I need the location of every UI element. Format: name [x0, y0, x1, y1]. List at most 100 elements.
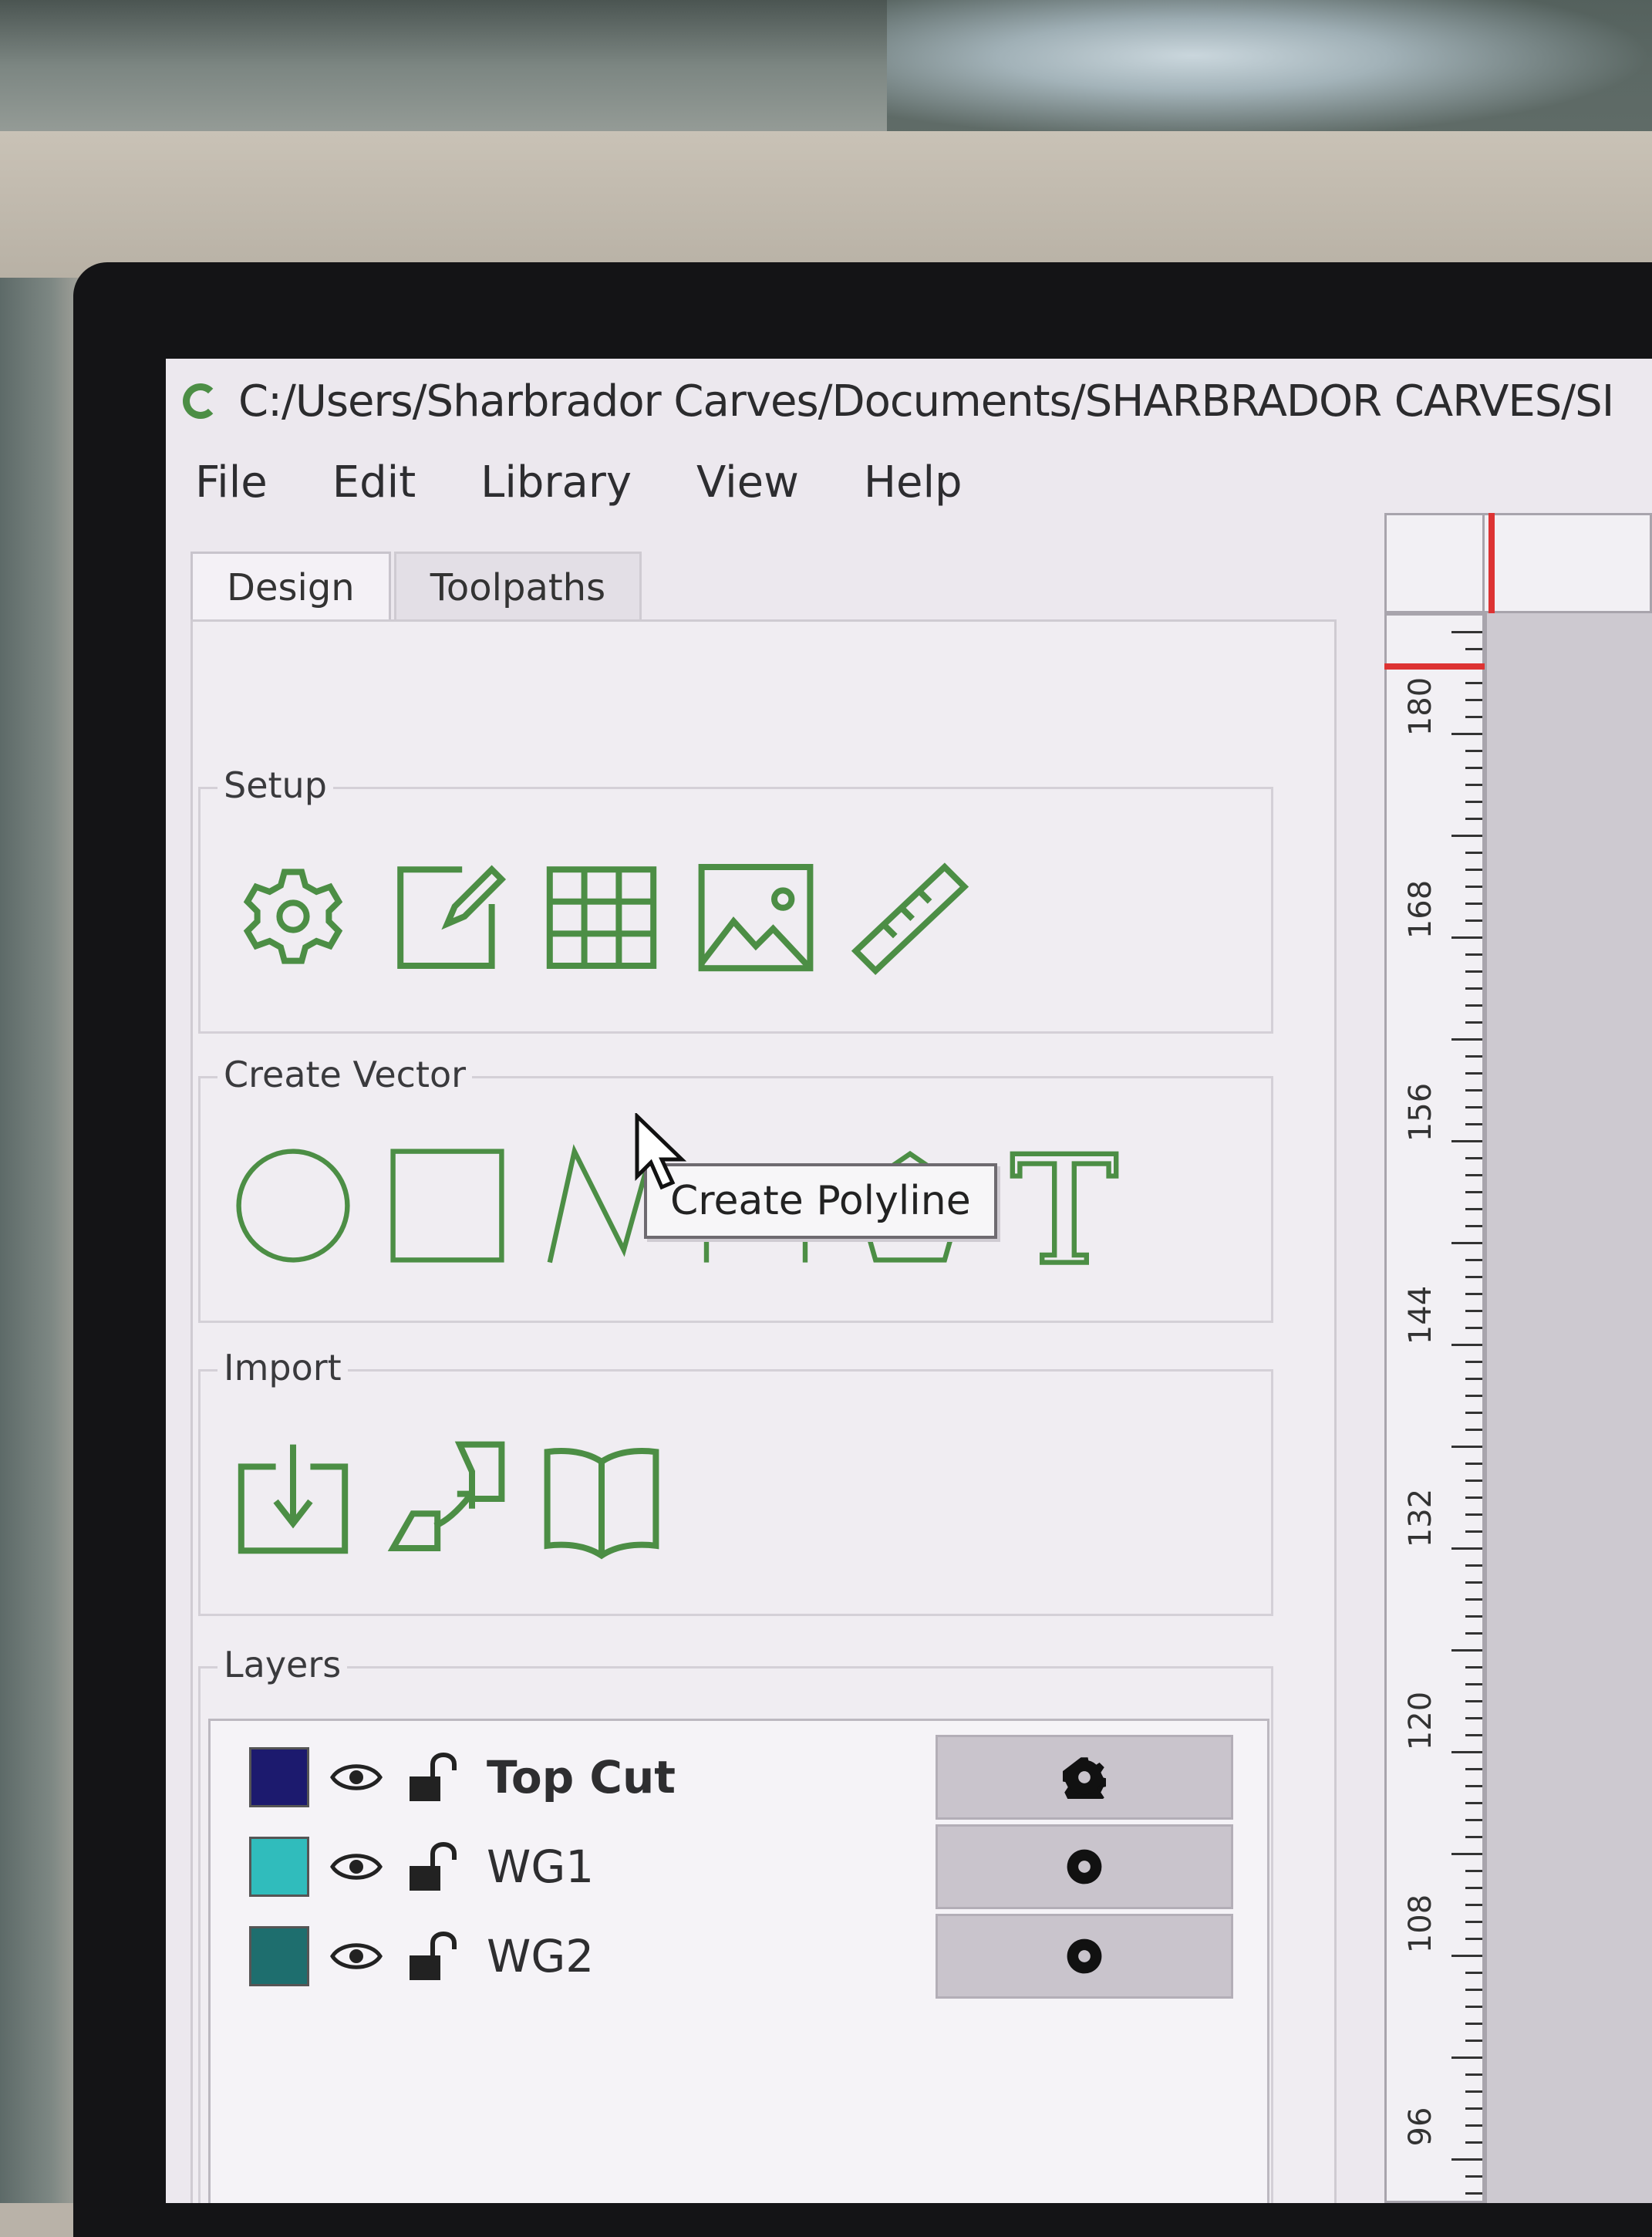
ruler-tick: [1465, 869, 1482, 871]
menu-library[interactable]: Library: [480, 457, 632, 508]
layer-color-swatch[interactable]: [249, 1926, 309, 1986]
title-bar: C:/Users/Sharbrador Carves/Documents/SHA…: [166, 359, 1652, 444]
ruler-tick: [1465, 1463, 1482, 1465]
app-screen: C:/Users/Sharbrador Carves/Documents/SHA…: [166, 359, 1652, 2203]
unlock-icon[interactable]: [406, 1840, 460, 1894]
ruler-tick: [1465, 2107, 1482, 2110]
eye-icon[interactable]: [329, 1758, 383, 1797]
ruler-tick: [1465, 2175, 1482, 2178]
ruler-tick: [1451, 936, 1482, 939]
import-icon[interactable]: [231, 1433, 355, 1564]
ruler-label: 108: [1403, 1894, 1438, 1954]
tab-toolpaths[interactable]: Toolpaths: [393, 552, 642, 622]
ruler-tick: [1465, 1055, 1482, 1058]
menu-help[interactable]: Help: [864, 457, 963, 508]
ruler-label: 156: [1403, 1082, 1438, 1142]
ruler-tick: [1465, 1938, 1482, 1940]
ruler-tick: [1465, 784, 1482, 786]
ruler-label: 144: [1403, 1285, 1438, 1345]
ruler-tick: [1465, 1174, 1482, 1176]
ruler-tick: [1465, 2023, 1482, 2025]
ruler-label: 168: [1403, 879, 1438, 940]
layer-color-swatch[interactable]: [249, 1837, 309, 1897]
ruler-tick: [1465, 1157, 1482, 1159]
ruler-tick: [1465, 987, 1482, 990]
ruler-tick: [1465, 1768, 1482, 1770]
ruler-tick: [1465, 1972, 1482, 1974]
ruler-tick: [1465, 1004, 1482, 1007]
layers-group-title: Layers: [217, 1644, 348, 1685]
ruler-tick: [1465, 1395, 1482, 1397]
menu-file[interactable]: File: [195, 457, 268, 508]
job-setup-gear-icon[interactable]: [231, 851, 355, 982]
ruler-position-marker-horizontal: [1488, 513, 1495, 613]
ruler-tick: [1465, 1072, 1482, 1075]
menu-edit[interactable]: Edit: [332, 457, 416, 508]
ruler-tick: [1465, 1259, 1482, 1261]
library-book-icon[interactable]: [540, 1433, 663, 1564]
image-icon[interactable]: [694, 851, 818, 982]
photo-foliage-background: [887, 0, 1652, 139]
import-tools: [231, 1433, 694, 1564]
eye-icon[interactable]: [329, 1937, 383, 1976]
ruler-tick: [1465, 1327, 1482, 1329]
ruler-tick: [1465, 1480, 1482, 1482]
ruler-label: 120: [1403, 1691, 1438, 1751]
layer-settings-button[interactable]: [936, 1914, 1233, 1999]
ruler-tick: [1465, 919, 1482, 922]
create-vector-group-title: Create Vector: [217, 1054, 473, 1095]
unlock-icon[interactable]: [406, 1750, 460, 1804]
rectangle-icon[interactable]: [386, 1140, 509, 1271]
ruler-tick: [1451, 835, 1482, 837]
ruler-tick: [1465, 1904, 1482, 1906]
layer-row[interactable]: WG2: [249, 1914, 1252, 1999]
grid-icon[interactable]: [540, 851, 663, 982]
ruler-tick: [1465, 1496, 1482, 1499]
edit-job-icon[interactable]: [386, 851, 509, 982]
layer-row[interactable]: WG1: [249, 1824, 1252, 1909]
ruler-tick: [1465, 1632, 1482, 1635]
ruler-tick: [1465, 682, 1482, 684]
ruler-tick: [1465, 1276, 1482, 1278]
ruler-tick: [1451, 1547, 1482, 1550]
ruler-tick: [1451, 2056, 1482, 2059]
setup-group: Setup: [198, 764, 1273, 1034]
ruler-tick: [1465, 1700, 1482, 1702]
ruler-tick: [1465, 818, 1482, 820]
menu-view[interactable]: View: [696, 457, 799, 508]
ruler-tick: [1465, 2141, 1482, 2144]
ruler-tick: [1465, 1802, 1482, 1804]
ruler-tick: [1465, 1106, 1482, 1108]
gear-icon: [1063, 1757, 1106, 1799]
circle-icon[interactable]: [231, 1140, 355, 1271]
text-icon[interactable]: [1003, 1140, 1126, 1271]
ruler-tick: [1465, 1870, 1482, 1872]
layer-settings-button[interactable]: [936, 1735, 1233, 1820]
ruler-tick: [1451, 1751, 1482, 1753]
drawing-canvas[interactable]: [1485, 613, 1652, 2203]
ruler-vertical: 180 168 156 144 132 120 108 96: [1384, 613, 1485, 2203]
eye-icon[interactable]: [329, 1847, 383, 1886]
ruler-tick: [1465, 1310, 1482, 1312]
ruler-tick: [1451, 1955, 1482, 1957]
ruler-tick: [1465, 2192, 1482, 2195]
ruler-tick: [1465, 648, 1482, 650]
ruler-position-marker-vertical: [1384, 663, 1485, 670]
ruler-tick: [1465, 2073, 1482, 2076]
ruler-tick: [1465, 801, 1482, 803]
ruler-icon[interactable]: [848, 851, 972, 982]
menu-bar: File Edit Library View Help: [166, 444, 1477, 521]
ruler-tick: [1465, 1785, 1482, 1787]
ruler-tick: [1465, 1683, 1482, 1685]
import-components-icon[interactable]: [386, 1433, 509, 1564]
unlock-icon[interactable]: [406, 1929, 460, 1983]
layer-settings-button[interactable]: [936, 1824, 1233, 1909]
mouse-cursor-icon: [635, 1113, 687, 1190]
ruler-tick: [1465, 1989, 1482, 1991]
ruler-tick: [1465, 1717, 1482, 1719]
ruler-tick: [1465, 1361, 1482, 1363]
tab-design[interactable]: Design: [190, 552, 391, 622]
layer-color-swatch[interactable]: [249, 1747, 309, 1807]
layer-row[interactable]: Top Cut: [249, 1735, 1252, 1820]
ruler-tick: [1465, 1123, 1482, 1125]
